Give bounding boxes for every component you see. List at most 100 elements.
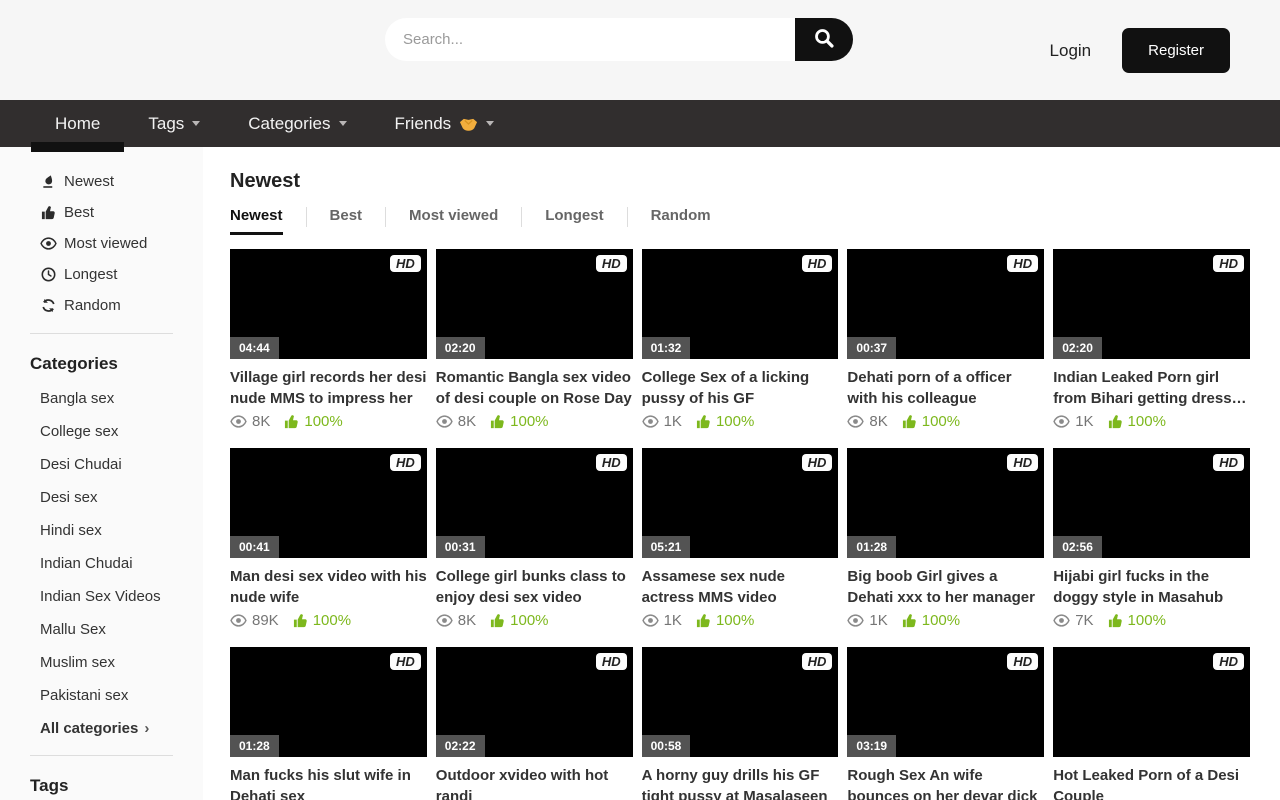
sort-tabs: Newest Best Most viewed Longest Random: [230, 207, 1250, 235]
eye-icon: [1053, 415, 1070, 428]
thumbs-up-icon: [902, 613, 917, 628]
tab-random[interactable]: Random: [651, 207, 711, 235]
video-title[interactable]: Man desi sex video with his nude wife: [230, 566, 427, 608]
nav-item-tags[interactable]: Tags: [124, 100, 224, 147]
nav-item-label: Friends: [395, 114, 452, 134]
sidebar-item-label: Best: [64, 204, 94, 221]
all-categories-label: All categories: [40, 720, 138, 737]
sidebar: NewestBestMost viewedLongestRandom Categ…: [0, 147, 203, 800]
tab-most-viewed[interactable]: Most viewed: [409, 207, 498, 235]
category-link[interactable]: Hindi sex: [40, 522, 203, 539]
sidebar-item-random[interactable]: Random: [40, 296, 203, 315]
video-card: HD05:21 Assamese sex nude actress MMS vid…: [642, 448, 839, 629]
sidebar-item-most-viewed[interactable]: Most viewed: [40, 234, 203, 253]
video-meta: 8K100%: [436, 413, 633, 430]
category-link[interactable]: College sex: [40, 423, 203, 440]
category-link[interactable]: Desi Chudai: [40, 456, 203, 473]
duration-badge: 01:32: [642, 337, 691, 359]
tab-separator: [627, 207, 628, 227]
video-thumbnail[interactable]: HD03:19: [847, 647, 1044, 757]
video-title[interactable]: Assamese sex nude actress MMS video: [642, 566, 839, 608]
view-count-value: 1K: [1075, 413, 1093, 430]
video-thumbnail[interactable]: HD01:32: [642, 249, 839, 359]
view-count-value: 89K: [252, 612, 279, 629]
video-title[interactable]: Village girl records her desi nude MMS t…: [230, 367, 427, 409]
sidebar-item-longest[interactable]: Longest: [40, 265, 203, 284]
view-count: 1K: [847, 612, 887, 629]
video-title[interactable]: Outdoor xvideo with hot randi: [436, 765, 633, 800]
video-card: HD03:19 Rough Sex An wife bounces on her …: [847, 647, 1044, 800]
category-link[interactable]: Indian Sex Videos: [40, 588, 203, 605]
hd-badge: HD: [1213, 454, 1244, 471]
video-thumbnail[interactable]: HD02:22: [436, 647, 633, 757]
video-card: HD01:32 College Sex of a licking pussy of…: [642, 249, 839, 430]
nav-item-categories[interactable]: Categories: [224, 100, 370, 147]
rating-value: 100%: [716, 413, 754, 430]
thumbs-up-icon: [696, 613, 711, 628]
video-card: HD04:44 Village girl records her desi nud…: [230, 249, 427, 430]
eye-icon: [436, 415, 453, 428]
video-title[interactable]: College girl bunks class to enjoy desi s…: [436, 566, 633, 608]
video-thumbnail[interactable]: HD05:21: [642, 448, 839, 558]
video-thumbnail[interactable]: HD04:44: [230, 249, 427, 359]
video-thumbnail[interactable]: HD02:56: [1053, 448, 1250, 558]
video-title[interactable]: Man fucks his slut wife in Dehati sex: [230, 765, 427, 800]
category-list: Bangla sex College sex Desi Chudai Desi sex…: [30, 390, 203, 737]
category-link[interactable]: Muslim sex: [40, 654, 203, 671]
sidebar-item-best[interactable]: Best: [40, 203, 203, 222]
category-link[interactable]: Pakistani sex: [40, 687, 203, 704]
category-link[interactable]: Desi sex: [40, 489, 203, 506]
rating-value: 100%: [313, 612, 351, 629]
tab-best[interactable]: Best: [330, 207, 363, 235]
duration-badge: 05:21: [642, 536, 691, 558]
category-link[interactable]: Mallu Sex: [40, 621, 203, 638]
eye-icon: [40, 237, 57, 250]
search-input[interactable]: [385, 18, 795, 61]
video-title[interactable]: Big boob Girl gives a Dehati xxx to her …: [847, 566, 1044, 608]
video-thumbnail[interactable]: HD: [1053, 647, 1250, 757]
video-title[interactable]: Hot Leaked Porn of a Desi Couple: [1053, 765, 1250, 800]
video-title[interactable]: Romantic Bangla sex video of desi couple…: [436, 367, 633, 409]
video-thumbnail[interactable]: HD00:41: [230, 448, 427, 558]
video-meta: 1K100%: [1053, 413, 1250, 430]
video-title[interactable]: Dehati porn of a officer with his collea…: [847, 367, 1044, 409]
register-button[interactable]: Register: [1122, 28, 1230, 73]
category-link[interactable]: Indian Chudai: [40, 555, 203, 572]
video-title[interactable]: College Sex of a licking pussy of his GF: [642, 367, 839, 409]
video-thumbnail[interactable]: HD00:58: [642, 647, 839, 757]
all-categories-link[interactable]: All categories›: [40, 720, 203, 737]
video-thumbnail[interactable]: HD00:31: [436, 448, 633, 558]
eye-icon: [230, 415, 247, 428]
category-link[interactable]: Bangla sex: [40, 390, 203, 407]
duration-badge: 01:28: [847, 536, 896, 558]
search-icon: [813, 27, 835, 52]
video-title[interactable]: Indian Leaked Porn girl from Bihari gett…: [1053, 367, 1250, 409]
video-thumbnail[interactable]: HD01:28: [230, 647, 427, 757]
video-title[interactable]: Hijabi girl fucks in the doggy style in …: [1053, 566, 1250, 608]
video-card: HD01:28 Man fucks his slut wife in Dehati…: [230, 647, 427, 800]
rating-value: 100%: [1128, 612, 1166, 629]
login-link[interactable]: Login: [1050, 41, 1092, 61]
rating: 100%: [696, 612, 754, 629]
hd-badge: HD: [1213, 255, 1244, 272]
tab-longest[interactable]: Longest: [545, 207, 603, 235]
nav-item-friends[interactable]: Friends: [371, 100, 519, 147]
hd-badge: HD: [390, 454, 421, 471]
video-thumbnail[interactable]: HD02:20: [436, 249, 633, 359]
main-navbar: HomeTagsCategories Friends: [0, 100, 1280, 147]
video-meta: 1K100%: [847, 612, 1044, 629]
video-thumbnail[interactable]: HD00:37: [847, 249, 1044, 359]
search-button[interactable]: [795, 18, 853, 61]
video-title[interactable]: Rough Sex An wife bounces on her devar d…: [847, 765, 1044, 800]
video-title[interactable]: A horny guy drills his GF tight pussy at…: [642, 765, 839, 800]
view-count: 1K: [1053, 413, 1093, 430]
page-title: Newest: [230, 170, 1250, 193]
video-thumbnail[interactable]: HD01:28: [847, 448, 1044, 558]
tab-newest[interactable]: Newest: [230, 207, 283, 235]
video-thumbnail[interactable]: HD02:20: [1053, 249, 1250, 359]
sidebar-item-newest[interactable]: Newest: [40, 172, 203, 191]
video-card: HD00:41 Man desi sex video with his nude …: [230, 448, 427, 629]
nav-item-home[interactable]: Home: [31, 100, 124, 147]
hd-badge: HD: [390, 255, 421, 272]
sidebar-divider: [30, 333, 173, 334]
